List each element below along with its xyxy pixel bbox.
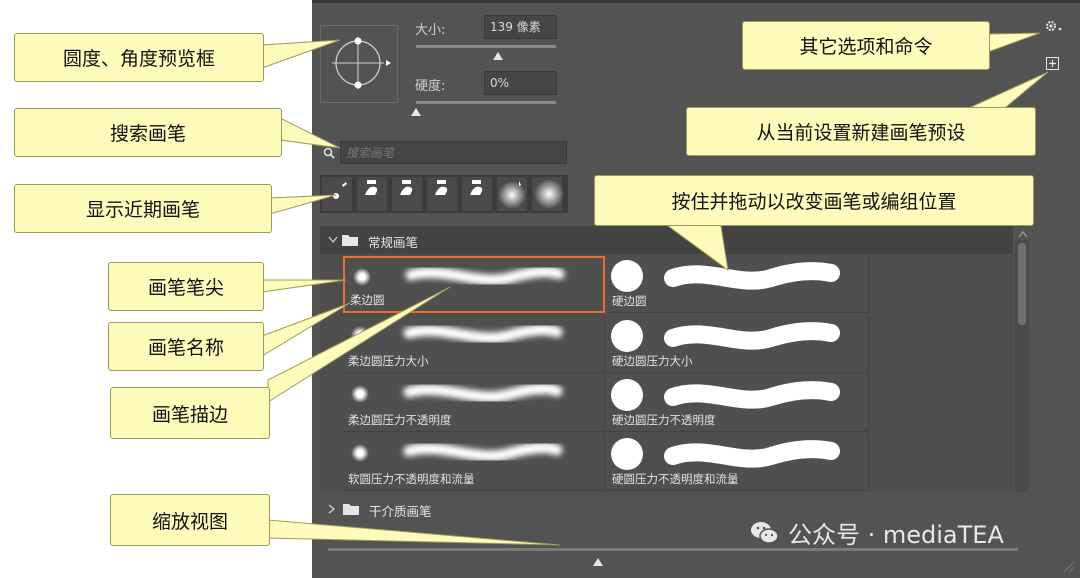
callout-pointer: [269, 194, 337, 215]
callout-pointer: [987, 32, 1041, 53]
callout-pointer: [267, 519, 561, 546]
callout-pointer: [267, 286, 451, 403]
callout-pointer: [261, 279, 347, 293]
callout-zoom: 缩放视图: [110, 494, 270, 546]
callout-name: 画笔名称: [108, 322, 264, 371]
callout-preview: 圆度、角度预览框: [14, 33, 264, 82]
callout-pointer: [959, 71, 1049, 113]
callout-pointer: [279, 117, 341, 149]
callout-search: 搜索画笔: [14, 108, 282, 157]
callout-pointer: [261, 39, 341, 69]
callout-recent: 显示近期画笔: [14, 184, 272, 233]
callout-tip: 画笔笔尖: [108, 262, 264, 311]
callout-drag: 按住并拖动以改变画笔或编组位置: [594, 175, 1034, 226]
callout-pointer: [658, 219, 729, 272]
callout-options: 其它选项和命令: [742, 21, 990, 70]
callout-stroke: 画笔描边: [110, 387, 270, 439]
callout-new-preset: 从当前设置新建画笔预设: [686, 107, 1036, 156]
